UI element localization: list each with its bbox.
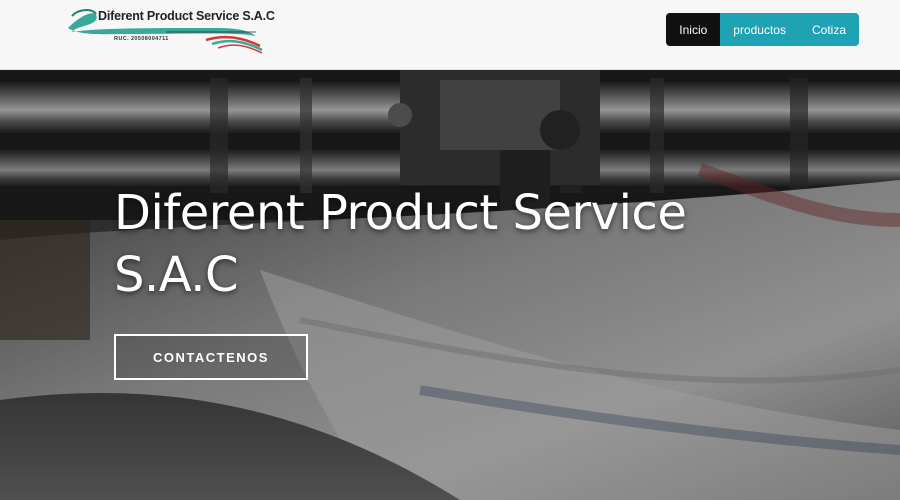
main-nav: Inicio productos Cotiza [666, 13, 859, 46]
nav-item-productos[interactable]: productos [720, 13, 799, 46]
nav-item-cotiza[interactable]: Cotiza [799, 13, 859, 46]
contactenos-button[interactable]: CONTACTENOS [114, 334, 308, 380]
nav-item-inicio[interactable]: Inicio [666, 13, 721, 46]
logo-title: Diferent Product Service S.A.C [98, 9, 275, 23]
hero-section: Diferent Product Service S.A.C CONTACTEN… [0, 70, 900, 500]
site-header: Diferent Product Service S.A.C RUC. 2050… [0, 0, 900, 70]
page: Diferent Product Service S.A.C RUC. 2050… [0, 0, 900, 500]
hero-title: Diferent Product Service S.A.C [114, 185, 687, 303]
logo-ruc: RUC. 20508004711 [114, 36, 169, 42]
site-logo[interactable]: Diferent Product Service S.A.C RUC. 2050… [66, 6, 275, 54]
